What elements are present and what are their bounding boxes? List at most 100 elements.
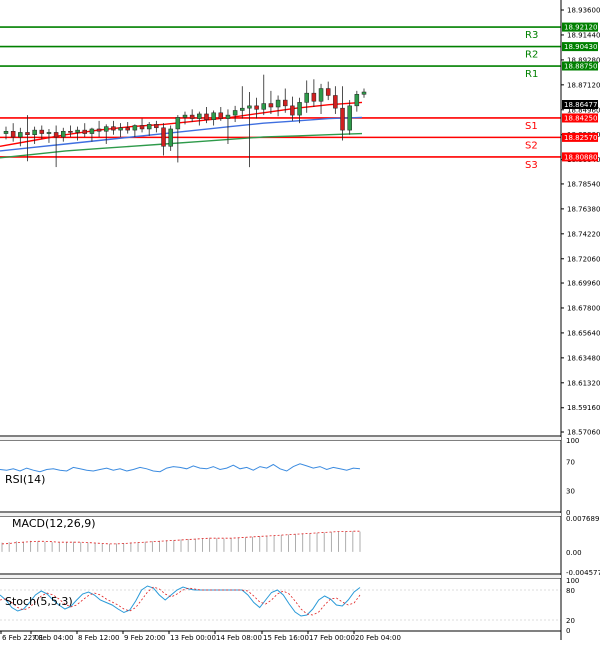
stoch-tick-label: 0 <box>566 627 570 635</box>
price-panel: 18.9360018.9144018.8928018.8712018.84960… <box>0 0 600 437</box>
candle-body <box>139 125 145 130</box>
level-price-label: 18.82570 <box>564 134 597 142</box>
macd-tick-label: -0.004577 <box>566 569 600 577</box>
candle-body <box>325 88 331 96</box>
candle-body <box>211 112 216 120</box>
level-name-r2: R2 <box>525 50 538 61</box>
candle-body <box>68 131 73 133</box>
candle-body <box>347 105 352 131</box>
candle-body <box>340 107 345 131</box>
macd-panel: 0.007689 0.00 -0.004577 MACD(12,26,9) <box>1 515 600 577</box>
level-price-label: 18.80880 <box>564 153 597 161</box>
level-name-r3: R3 <box>525 30 538 41</box>
level-price-label: 18.92120 <box>564 24 597 32</box>
price-tick-label: 18.59160 <box>567 404 600 412</box>
candle-body <box>175 117 181 130</box>
candle-body <box>39 129 45 134</box>
level-price-label: 18.84250 <box>564 114 597 122</box>
stoch-tick-label: 20 <box>566 617 575 625</box>
current-price-label: 18.86477 <box>564 101 597 109</box>
stoch-tick-label: 80 <box>566 587 575 595</box>
candle-body <box>111 126 116 131</box>
candle-body <box>154 124 159 129</box>
candle-body <box>96 128 102 132</box>
candle-body <box>168 128 173 147</box>
candle-body <box>32 129 37 135</box>
candle-body <box>354 94 360 107</box>
price-tick-label: 18.72060 <box>567 255 600 263</box>
candle-body <box>318 88 324 102</box>
stoch-axis: 100 80 20 0 <box>0 577 579 635</box>
level-price-label: 18.88750 <box>564 63 597 71</box>
rsi-tick-label: 100 <box>566 437 579 445</box>
macd-axis: 0.007689 0.00 -0.004577 <box>566 515 600 577</box>
price-tick-label: 18.91440 <box>567 31 600 39</box>
candle-body <box>304 92 309 103</box>
candle-body <box>290 105 295 116</box>
time-tick-label: 13 Feb 00:00 <box>170 634 216 642</box>
candle-body <box>103 126 109 132</box>
candle-body <box>182 114 188 118</box>
macd-tick-label: 0.00 <box>566 549 582 557</box>
rsi-axis: 10070300 <box>566 437 579 517</box>
candle-body <box>261 103 267 110</box>
macd-histogram <box>1 531 361 552</box>
stoch-label: Stoch(5,5,3) <box>5 595 73 608</box>
candle-body <box>25 132 30 135</box>
price-tick-label: 18.74220 <box>567 230 600 238</box>
panel-gap <box>0 437 561 440</box>
rsi-tick-label: 30 <box>566 487 575 495</box>
candle-body <box>125 127 130 131</box>
candle-body <box>232 110 238 116</box>
macd-tick-label: 0.007689 <box>566 515 599 523</box>
candle-body <box>282 99 288 107</box>
candle-body <box>61 131 66 138</box>
level-name-s2: S2 <box>525 140 538 151</box>
price-axis: 18.9360018.9144018.8928018.8712018.84960… <box>561 7 600 437</box>
time-axis: 6 Feb 22:017 Feb 04:00 8 Feb 12:00 9 Feb 2… <box>0 631 401 642</box>
time-tick-label: 8 Feb 12:00 <box>78 634 119 642</box>
time-tick-label: 20 Feb 04:00 <box>355 634 401 642</box>
price-tick-label: 18.69960 <box>567 280 600 288</box>
stoch-panel: 100 80 20 0 Stoch(5,5,3) <box>0 577 579 635</box>
rsi-tick-label: 70 <box>566 459 575 467</box>
price-tick-label: 18.67800 <box>567 304 600 312</box>
candle-body <box>275 99 281 108</box>
panel-gap <box>0 575 561 578</box>
candle-body <box>247 105 252 109</box>
chart-canvas: 18.9360018.9144018.8928018.8712018.84960… <box>0 0 600 642</box>
candle-body <box>225 114 231 119</box>
candle-body <box>204 113 209 120</box>
current-price-tag: 18.86477 <box>562 100 598 109</box>
stoch-tick-label: 100 <box>566 577 579 585</box>
price-tick-label: 18.61320 <box>567 379 600 387</box>
candle-body <box>161 127 166 147</box>
candle-body <box>254 105 259 110</box>
price-tick-label: 18.93600 <box>567 7 600 15</box>
candle-body <box>146 124 152 130</box>
candle-body <box>89 128 95 134</box>
macd-label: MACD(12,26,9) <box>12 517 96 530</box>
candle-body <box>333 95 338 109</box>
candle-body <box>46 132 52 134</box>
price-tick-label: 18.65640 <box>567 329 600 337</box>
time-tick-label: 14 Feb 08:00 <box>216 634 262 642</box>
candle-body <box>75 129 80 133</box>
candle-body <box>311 92 317 102</box>
price-tick-label: 18.57060 <box>567 429 600 437</box>
candle-body <box>3 131 9 134</box>
level-price-label: 18.90430 <box>564 43 597 51</box>
candle-body <box>268 103 274 108</box>
candle-body <box>240 107 245 111</box>
time-tick-label: 7 Feb 04:00 <box>32 634 73 642</box>
rsi-label: RSI(14) <box>5 473 45 486</box>
price-tick-label: 18.63480 <box>567 354 600 362</box>
candle-body <box>189 114 195 119</box>
candle-body <box>18 132 23 138</box>
level-name-r1: R1 <box>525 69 538 80</box>
price-tick-label: 18.78540 <box>567 180 600 188</box>
level-name-s1: S1 <box>525 121 538 132</box>
time-tick-label: 15 Feb 16:00 <box>263 634 309 642</box>
panel-gap <box>0 513 561 516</box>
candle-body <box>10 131 16 138</box>
